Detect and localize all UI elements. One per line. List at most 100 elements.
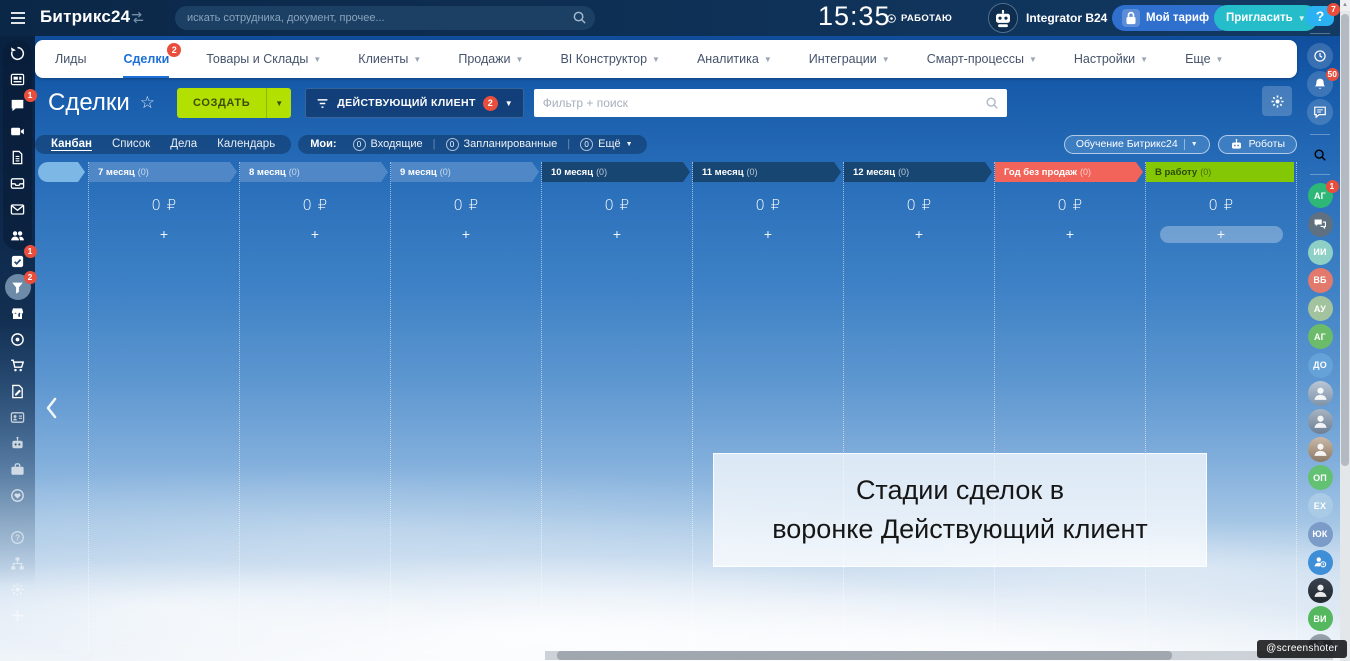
sidebar-item-sticker[interactable] bbox=[5, 482, 31, 508]
nav-item-bi-constructor[interactable]: BI Конструктор ▼ bbox=[560, 40, 659, 78]
add-deal-button[interactable]: + bbox=[603, 226, 631, 243]
add-deal-button[interactable]: + bbox=[1159, 226, 1283, 243]
sidebar-item-automation[interactable] bbox=[5, 430, 31, 456]
nav-item-more[interactable]: Еще ▼ bbox=[1185, 40, 1223, 78]
global-search-input[interactable] bbox=[175, 6, 595, 30]
sidebar-item-sign[interactable] bbox=[5, 378, 31, 404]
funnel-filter-chip[interactable]: ДЕЙСТВУЮЩИЙ КЛИЕНТ 2 ▼ bbox=[305, 88, 524, 118]
sidebar-item-sitemap[interactable] bbox=[5, 550, 31, 576]
stage-header[interactable]: 12 месяц (0) bbox=[844, 162, 992, 182]
chat-avatar-10[interactable]: ОП bbox=[1307, 465, 1333, 491]
nav-item-sales[interactable]: Продажи ▼ bbox=[458, 40, 523, 78]
stage-header[interactable]: В работу (0) bbox=[1146, 162, 1294, 182]
stage-header[interactable]: 9 месяц (0) bbox=[391, 162, 539, 182]
sidebar-item-add[interactable] bbox=[5, 602, 31, 628]
horizontal-scrollbar-thumb[interactable] bbox=[557, 651, 1172, 660]
sidebar-item-feed[interactable] bbox=[5, 66, 31, 92]
robots-button[interactable]: Роботы bbox=[1217, 134, 1297, 154]
sidebar-item-help[interactable]: ? bbox=[5, 524, 31, 550]
sidebar-item-settings[interactable] bbox=[5, 576, 31, 602]
nav-item-leads[interactable]: Лиды bbox=[55, 40, 86, 78]
stage-header[interactable]: 11 месяц (0) bbox=[693, 162, 841, 182]
sidebar-item-briefcase[interactable] bbox=[5, 456, 31, 482]
stage-header[interactable]: 8 месяц (0) bbox=[240, 162, 388, 182]
chat-avatar-6[interactable]: ДО bbox=[1307, 352, 1333, 378]
nav-item-deals[interactable]: Сделки 2 bbox=[123, 40, 182, 78]
add-deal-button[interactable]: + bbox=[301, 226, 329, 243]
user-avatar[interactable] bbox=[988, 3, 1018, 33]
work-status[interactable]: РАБОТАЮ bbox=[886, 13, 952, 24]
nav-item-analytics[interactable]: Аналитика ▼ bbox=[697, 40, 772, 78]
filter-search-input[interactable] bbox=[533, 89, 1007, 117]
board-settings-button[interactable] bbox=[1262, 86, 1292, 116]
sidebar-item-id-card[interactable] bbox=[5, 404, 31, 430]
collapse-panel-chevron[interactable] bbox=[44, 396, 60, 420]
view-tab-1[interactable]: Список bbox=[102, 136, 160, 153]
sidebar-item-copilot[interactable] bbox=[5, 326, 31, 352]
chat-avatar-13[interactable] bbox=[1307, 549, 1333, 575]
hamburger-menu-icon[interactable] bbox=[9, 10, 27, 26]
switch-workspace-icon[interactable] bbox=[130, 10, 145, 25]
nav-item-clients[interactable]: Клиенты ▼ bbox=[358, 40, 421, 78]
chat-avatar-4[interactable]: АУ bbox=[1307, 296, 1333, 322]
sidebar-item-pulse[interactable] bbox=[5, 40, 31, 66]
view-tab-3[interactable]: Календарь bbox=[207, 136, 285, 153]
sidebar-item-crm-funnel[interactable]: 2 bbox=[4, 271, 37, 300]
vertical-scrollbar-thumb[interactable] bbox=[1341, 14, 1349, 466]
favorite-star-icon[interactable]: ☆ bbox=[140, 93, 155, 113]
scroll-up-arrow[interactable]: ▲ bbox=[1340, 0, 1350, 11]
sidebar-item-groups[interactable] bbox=[5, 222, 31, 248]
chat-avatar-1[interactable] bbox=[1307, 211, 1333, 237]
add-deal-button[interactable]: + bbox=[150, 226, 178, 243]
kanban-collapsed-stage-stub[interactable] bbox=[38, 162, 85, 182]
history-button[interactable] bbox=[1307, 43, 1333, 70]
chat-lines-button[interactable] bbox=[1307, 99, 1333, 126]
vertical-scrollbar[interactable]: ▲ bbox=[1340, 0, 1350, 661]
nav-item-integrations[interactable]: Интеграции ▼ bbox=[809, 40, 890, 78]
counter-0[interactable]: 0 Входящие bbox=[345, 137, 431, 151]
chat-avatar-2[interactable]: ИИ bbox=[1307, 239, 1333, 265]
nav-item-smart-processes[interactable]: Смарт-процессы ▼ bbox=[927, 40, 1037, 78]
training-button[interactable]: Обучение Битрикс24 ▼ bbox=[1063, 134, 1210, 154]
view-tab-2[interactable]: Дела bbox=[160, 136, 207, 153]
chat-avatar-3[interactable]: ВБ bbox=[1307, 267, 1333, 293]
sidebar-item-video[interactable] bbox=[5, 118, 31, 144]
stage-header[interactable]: 10 месяц (0) bbox=[542, 162, 690, 182]
view-tab-0[interactable]: Канбан bbox=[41, 136, 102, 153]
add-deal-button[interactable]: + bbox=[1056, 226, 1084, 243]
chat-avatar-15[interactable]: ВИ bbox=[1307, 606, 1333, 632]
create-deal-button[interactable]: СОЗДАТЬ ▼ bbox=[177, 88, 292, 118]
sidebar-item-mail[interactable] bbox=[5, 196, 31, 222]
sidebar-item-market[interactable] bbox=[5, 300, 31, 326]
sidebar-item-tasks[interactable]: 1 bbox=[5, 245, 37, 274]
sidebar-item-documents[interactable] bbox=[5, 144, 31, 170]
horizontal-scrollbar[interactable] bbox=[545, 651, 1333, 660]
stage-header[interactable]: 7 месяц (0) bbox=[89, 162, 237, 182]
app-logo[interactable]: Битрикс24 bbox=[40, 7, 130, 27]
chat-avatar-7[interactable] bbox=[1307, 380, 1333, 406]
add-deal-button[interactable]: + bbox=[905, 226, 933, 243]
chevron-down-icon[interactable]: ▼ bbox=[267, 99, 291, 108]
bell-button[interactable]: 50 bbox=[1307, 68, 1339, 98]
nav-item-products[interactable]: Товары и Склады ▼ bbox=[206, 40, 321, 78]
add-deal-button[interactable]: + bbox=[452, 226, 480, 243]
help-button[interactable]: ? 7 bbox=[1306, 3, 1340, 27]
chat-avatar-5[interactable]: АГ bbox=[1307, 324, 1333, 350]
sidebar-item-drive[interactable] bbox=[5, 170, 31, 196]
stage-header[interactable]: Год без продаж (0) bbox=[995, 162, 1143, 182]
worktime-clock[interactable]: 15:35 bbox=[818, 1, 891, 32]
sidebar-item-cart[interactable] bbox=[5, 352, 31, 378]
chat-avatar-8[interactable] bbox=[1307, 408, 1333, 434]
chat-avatar-9[interactable] bbox=[1307, 437, 1333, 463]
chat-avatar-14[interactable] bbox=[1307, 578, 1333, 604]
nav-item-settings[interactable]: Настройки ▼ bbox=[1074, 40, 1148, 78]
user-menu[interactable]: Integrator B24▼ bbox=[1026, 11, 1119, 25]
counter-2[interactable]: 0 Ещё ▼ bbox=[572, 137, 640, 151]
chat-avatar-0[interactable]: АГ 1 bbox=[1307, 180, 1339, 209]
counter-1[interactable]: 0 Запланированные bbox=[438, 137, 566, 151]
chat-avatar-12[interactable]: ЮК bbox=[1307, 521, 1333, 547]
chat-avatar-11[interactable]: ЕХ bbox=[1307, 493, 1333, 519]
sidebar-item-messenger[interactable]: 1 bbox=[5, 89, 37, 118]
add-deal-button[interactable]: + bbox=[754, 226, 782, 243]
sidebar-search-button[interactable] bbox=[1307, 144, 1333, 164]
